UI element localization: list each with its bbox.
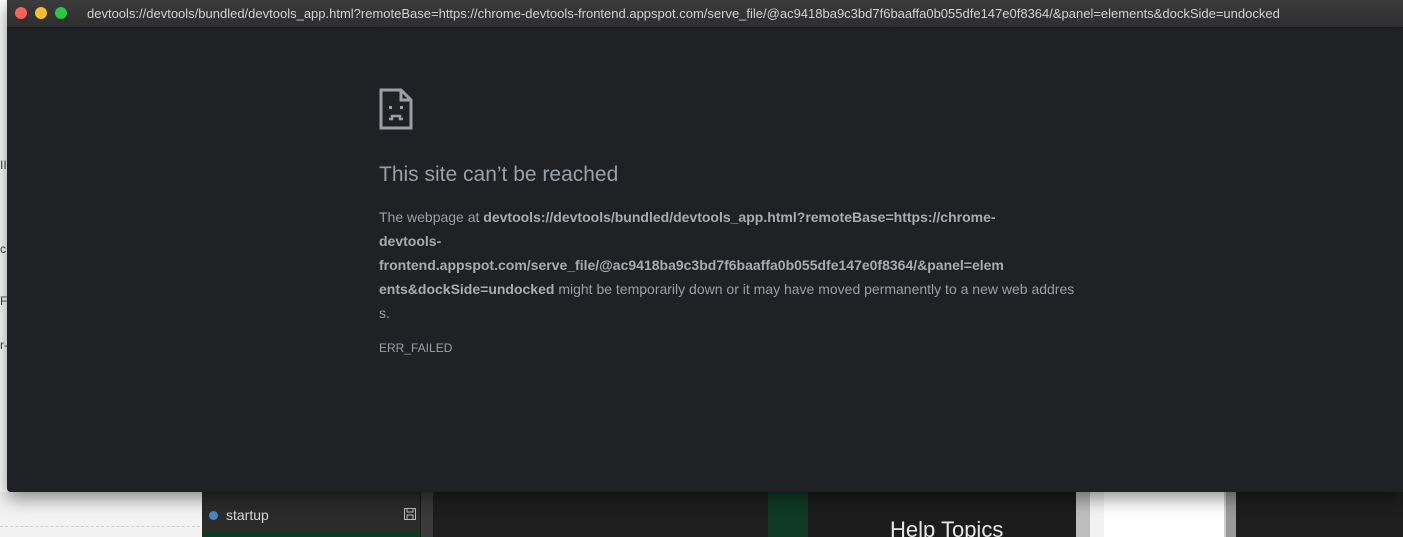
background-right-panel bbox=[1104, 492, 1226, 537]
error-body-prefix: The webpage at bbox=[379, 209, 484, 225]
background-editor-panel bbox=[421, 492, 768, 537]
background-sidebar: startup bbox=[202, 492, 421, 537]
sidebar-selection-strip bbox=[202, 531, 420, 537]
error-url-part: ents&dockSide=undocked bbox=[379, 281, 555, 297]
save-icon[interactable] bbox=[404, 508, 416, 520]
background-divider bbox=[0, 526, 200, 527]
minimize-window-button[interactable] bbox=[35, 7, 47, 19]
window-titlebar[interactable]: devtools://devtools/bundled/devtools_app… bbox=[7, 0, 1403, 28]
background-scrollbar[interactable] bbox=[1226, 492, 1236, 537]
error-url-part: devtools- bbox=[379, 233, 442, 249]
background-accent-panel bbox=[768, 492, 808, 537]
sidebar-item-label: startup bbox=[226, 507, 269, 523]
error-url-part: frontend.appspot.com/serve_file/@ac9418b… bbox=[379, 257, 1004, 273]
error-heading: This site can’t be reached bbox=[379, 163, 619, 186]
help-topics-title: Help Topics bbox=[890, 517, 1004, 537]
screen: II c F r- startup Help Topics devtools:/… bbox=[0, 0, 1403, 537]
background-far-right-panel bbox=[1236, 492, 1403, 537]
error-page: This site can’t be reached The webpage a… bbox=[7, 28, 1403, 492]
sad-page-icon bbox=[379, 88, 413, 130]
devtools-window: devtools://devtools/bundled/devtools_app… bbox=[7, 0, 1403, 492]
background-help-panel: Help Topics bbox=[808, 492, 1090, 537]
error-description: The webpage at devtools://devtools/bundl… bbox=[379, 205, 1079, 325]
window-title: devtools://devtools/bundled/devtools_app… bbox=[87, 6, 1280, 21]
error-code: ERR_FAILED bbox=[379, 341, 453, 355]
status-dot-icon bbox=[209, 510, 218, 520]
maximize-window-button[interactable] bbox=[55, 7, 67, 19]
sidebar-item-startup[interactable]: startup bbox=[202, 502, 420, 528]
close-window-button[interactable] bbox=[15, 7, 27, 19]
error-url-part: devtools://devtools/bundled/devtools_app… bbox=[483, 209, 996, 225]
